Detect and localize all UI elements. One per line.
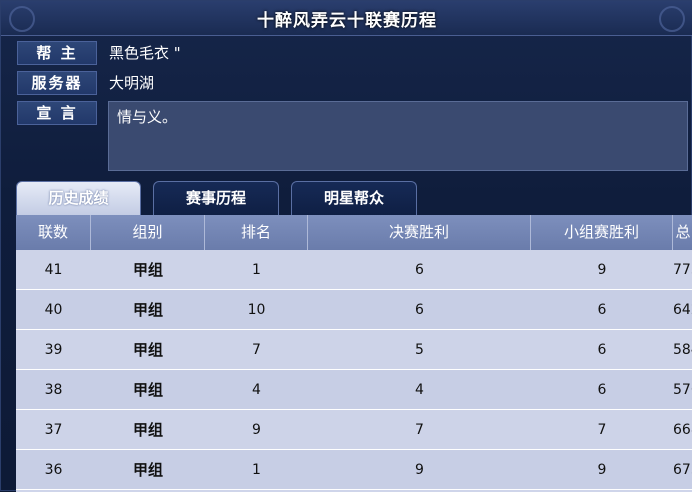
group-cell: 甲组 <box>132 341 163 359</box>
leader-value: 黑色毛衣 " <box>109 44 181 62</box>
season-cell: 40 <box>44 302 63 318</box>
total-kills-cell: 6758 <box>673 462 692 478</box>
group-wins-cell: 6 <box>597 302 607 318</box>
table-row[interactable]: 39 甲组 7 5 6 5841 <box>16 330 692 370</box>
season-cell: 38 <box>44 382 63 398</box>
season-cell: 36 <box>44 462 63 478</box>
group-cell: 甲组 <box>132 301 163 319</box>
season-cell: 37 <box>44 422 63 438</box>
column-header[interactable]: 联数 <box>16 215 91 250</box>
group-wins-cell: 9 <box>597 262 607 278</box>
table-row[interactable]: 38 甲组 4 4 6 5766 <box>16 370 692 410</box>
total-kills-cell: 5766 <box>673 382 692 398</box>
table-row[interactable]: 36 甲组 1 9 9 6758 <box>16 450 692 490</box>
results-table: 联数 组别 排名 决赛胜利 小组赛胜利 总击杀 41 甲组 1 6 9 7732… <box>16 215 692 492</box>
table-row[interactable]: 37 甲组 9 7 7 6687 <box>16 410 692 450</box>
final-wins-cell: 9 <box>415 462 424 478</box>
final-wins-cell: 7 <box>415 422 424 438</box>
declaration-label: 宣 言 <box>17 101 97 125</box>
total-kills-cell: 6422 <box>673 302 692 318</box>
final-wins-cell: 5 <box>415 342 424 358</box>
season-cell: 39 <box>44 342 63 358</box>
column-header[interactable]: 总击杀 <box>673 215 692 311</box>
column-header[interactable]: 小组赛胜利 <box>531 215 673 250</box>
final-wins-cell: 4 <box>415 382 424 398</box>
final-wins-cell: 6 <box>415 262 424 278</box>
tab-star-members[interactable]: 明星帮众 <box>291 181 417 215</box>
group-cell: 甲组 <box>132 261 163 279</box>
group-wins-cell: 6 <box>597 342 607 358</box>
total-kills-cell: 6687 <box>673 422 692 438</box>
server-label: 服务器 <box>17 71 97 95</box>
window-frame: 十醉风弄云十联赛历程 帮 主 黑色毛衣 " 服务器 大明湖 宣 言 情与义。 历… <box>0 0 692 492</box>
group-cell: 甲组 <box>132 421 163 439</box>
group-cell: 甲组 <box>132 381 163 399</box>
column-header[interactable]: 组别 <box>91 215 205 250</box>
rank-cell: 1 <box>252 462 261 478</box>
column-header[interactable]: 排名 <box>205 215 308 250</box>
table-row[interactable]: 41 甲组 1 6 9 7732 <box>16 250 692 290</box>
table-body: 41 甲组 1 6 9 7732 40 甲组 10 6 6 6422 39 甲组… <box>16 250 692 490</box>
rank-cell: 4 <box>252 382 261 398</box>
table-row[interactable]: 40 甲组 10 6 6 6422 <box>16 290 692 330</box>
tab-history-results[interactable]: 历史成绩 <box>16 181 141 215</box>
declaration-text: 情与义。 <box>108 101 688 171</box>
total-kills-cell: 7732 <box>673 262 692 278</box>
table-header: 联数 组别 排名 决赛胜利 小组赛胜利 总击杀 <box>16 215 692 311</box>
total-kills-cell: 5841 <box>673 342 692 358</box>
title-bar: 十醉风弄云十联赛历程 <box>1 1 692 36</box>
rank-cell: 1 <box>252 262 261 278</box>
rank-cell: 7 <box>252 342 261 358</box>
leader-label: 帮 主 <box>17 41 97 65</box>
column-header[interactable]: 决赛胜利 <box>308 215 531 250</box>
group-wins-cell: 9 <box>597 462 607 478</box>
window-title: 十醉风弄云十联赛历程 <box>257 11 437 31</box>
season-cell: 41 <box>44 262 63 278</box>
group-wins-cell: 6 <box>597 382 607 398</box>
group-cell: 甲组 <box>132 461 163 479</box>
rank-cell: 9 <box>252 422 261 438</box>
tab-match-history[interactable]: 赛事历程 <box>153 181 279 215</box>
server-value: 大明湖 <box>109 74 155 92</box>
final-wins-cell: 6 <box>415 302 424 318</box>
rank-cell: 10 <box>247 302 266 318</box>
group-wins-cell: 7 <box>597 422 607 438</box>
